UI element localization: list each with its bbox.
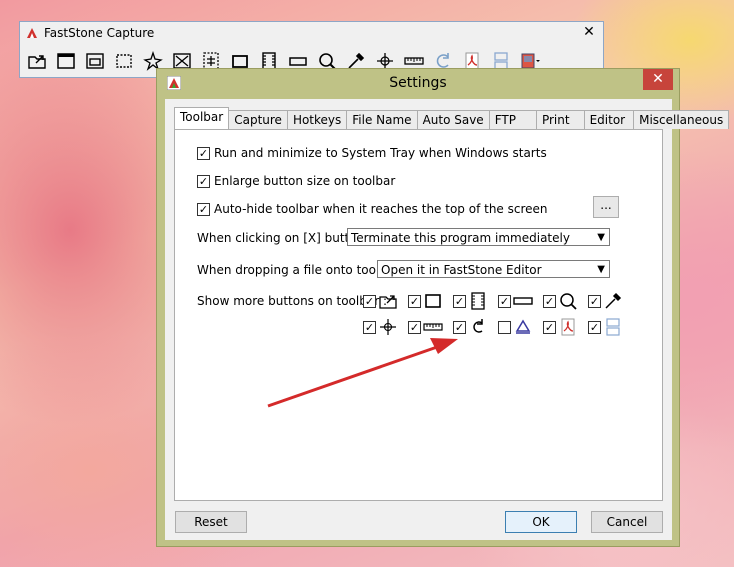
auto-hide-checkbox[interactable]: ✓ xyxy=(197,202,210,216)
crosshair-icon xyxy=(380,319,396,335)
dialog-title-bar: Settings ✕ xyxy=(157,69,679,97)
capture-window-icon[interactable] xyxy=(53,48,78,73)
extra-pdf-checkbox[interactable]: ✓ xyxy=(543,320,556,334)
cancel-button[interactable]: Cancel xyxy=(591,511,663,533)
run-minimize-label: Run and minimize to System Tray when Win… xyxy=(214,146,547,160)
extra-color-picker: ✓ xyxy=(588,292,623,310)
extra-fixed-region-checkbox[interactable]: ✓ xyxy=(408,294,421,308)
output-icon xyxy=(606,318,620,336)
auto-hide-options-button[interactable]: ... xyxy=(593,196,619,218)
extra-crosshair: ✓ xyxy=(363,318,398,336)
dialog-client-area: Toolbar Capture Hotkeys File Name Auto S… xyxy=(165,99,730,540)
run-minimize-checkbox[interactable]: ✓ xyxy=(197,146,210,160)
toolbar-close-button[interactable]: ✕ xyxy=(581,24,597,40)
ok-button[interactable]: OK xyxy=(505,511,577,533)
reset-button[interactable]: Reset xyxy=(175,511,247,533)
tab-auto-save[interactable]: Auto Save xyxy=(416,110,490,129)
faststone-logo-icon xyxy=(27,28,37,38)
tab-capture[interactable]: Capture xyxy=(228,110,288,129)
extra-magnifier: ✓ xyxy=(543,292,578,310)
repeat-capture-icon xyxy=(473,319,483,333)
extra-ruler-checkbox[interactable]: ✓ xyxy=(408,320,421,334)
chevron-down-icon: ▼ xyxy=(597,232,605,243)
extra-open-folder-checkbox[interactable]: ✓ xyxy=(363,294,376,308)
capture-object-icon[interactable] xyxy=(82,48,107,73)
screen-recorder-icon xyxy=(471,292,485,310)
extra-capture-menu-checkbox[interactable]: ✓ xyxy=(498,294,511,308)
drop-file-value: Open it in FastStone Editor xyxy=(381,263,542,277)
extra-capture-menu: ✓ xyxy=(498,292,533,310)
extra-color-picker-checkbox[interactable]: ✓ xyxy=(588,294,601,308)
extra-scanner-checkbox[interactable] xyxy=(498,320,511,334)
settings-dialog: Settings ✕ Toolbar Capture Hotkeys File … xyxy=(156,68,730,547)
tab-file-name[interactable]: File Name xyxy=(346,110,418,129)
ruler-icon xyxy=(423,323,443,331)
extra-fixed-region: ✓ xyxy=(408,292,443,310)
extra-magnifier-checkbox[interactable]: ✓ xyxy=(543,294,556,308)
tab-hotkeys[interactable]: Hotkeys xyxy=(286,110,348,129)
chevron-down-icon: ▼ xyxy=(597,264,605,275)
extra-scanner xyxy=(498,318,533,336)
tab-editor[interactable]: Editor xyxy=(583,110,635,129)
extra-crosshair-checkbox[interactable]: ✓ xyxy=(363,320,376,334)
tab-print[interactable]: Print xyxy=(535,110,585,129)
magnifier-icon xyxy=(560,293,577,310)
extra-repeat-capture: ✓ xyxy=(453,318,488,336)
close-click-select[interactable]: Terminate this program immediately ▼ xyxy=(347,228,610,246)
tab-miscellaneous[interactable]: Miscellaneous xyxy=(633,110,730,129)
open-folder-icon[interactable] xyxy=(24,48,49,73)
extra-ruler: ✓ xyxy=(408,318,443,336)
capture-menu-icon xyxy=(513,297,533,305)
auto-hide-label: Auto-hide toolbar when it reaches the to… xyxy=(214,202,548,216)
close-click-label: When clicking on [X] button : xyxy=(197,231,373,245)
run-minimize-option[interactable]: ✓ Run and minimize to System Tray when W… xyxy=(197,146,547,160)
drop-file-label: When dropping a file onto toolbar : xyxy=(197,263,408,277)
dialog-title: Settings xyxy=(389,75,447,91)
extra-open-folder: ✓ xyxy=(363,292,398,310)
enlarge-buttons-label: Enlarge button size on toolbar xyxy=(214,174,396,188)
open-folder-icon xyxy=(379,295,397,309)
show-more-label: Show more buttons on toolbar : xyxy=(197,294,387,308)
extra-screen-recorder: ✓ xyxy=(453,292,488,310)
auto-hide-option[interactable]: ✓ Auto-hide toolbar when it reaches the … xyxy=(197,202,548,216)
capture-rectangle-icon[interactable] xyxy=(111,48,136,73)
extra-repeat-capture-checkbox[interactable]: ✓ xyxy=(453,320,466,334)
settings-tabs: Toolbar Capture Hotkeys File Name Auto S… xyxy=(174,107,730,129)
pdf-icon xyxy=(561,318,575,336)
enlarge-buttons-checkbox[interactable]: ✓ xyxy=(197,174,210,188)
close-click-value: Terminate this program immediately xyxy=(351,231,570,245)
extra-output-checkbox[interactable]: ✓ xyxy=(588,320,601,334)
enlarge-buttons-option[interactable]: ✓ Enlarge button size on toolbar xyxy=(197,174,395,188)
extra-output: ✓ xyxy=(588,318,623,336)
scanner-icon xyxy=(515,319,531,334)
capture-fixed-region-icon xyxy=(425,294,441,308)
toolbar-tab-panel: ✓ Run and minimize to System Tray when W… xyxy=(174,129,663,501)
toolbar-title-bar: FastStone Capture xyxy=(20,22,603,44)
dialog-close-button[interactable]: ✕ xyxy=(643,69,673,90)
extra-screen-recorder-checkbox[interactable]: ✓ xyxy=(453,294,466,308)
color-picker-icon xyxy=(605,292,622,309)
extra-pdf: ✓ xyxy=(543,318,578,336)
toolbar-title: FastStone Capture xyxy=(44,26,155,40)
drop-file-select[interactable]: Open it in FastStone Editor ▼ xyxy=(377,260,610,278)
tab-toolbar[interactable]: Toolbar xyxy=(174,107,230,129)
tab-ftp[interactable]: FTP xyxy=(488,110,537,129)
